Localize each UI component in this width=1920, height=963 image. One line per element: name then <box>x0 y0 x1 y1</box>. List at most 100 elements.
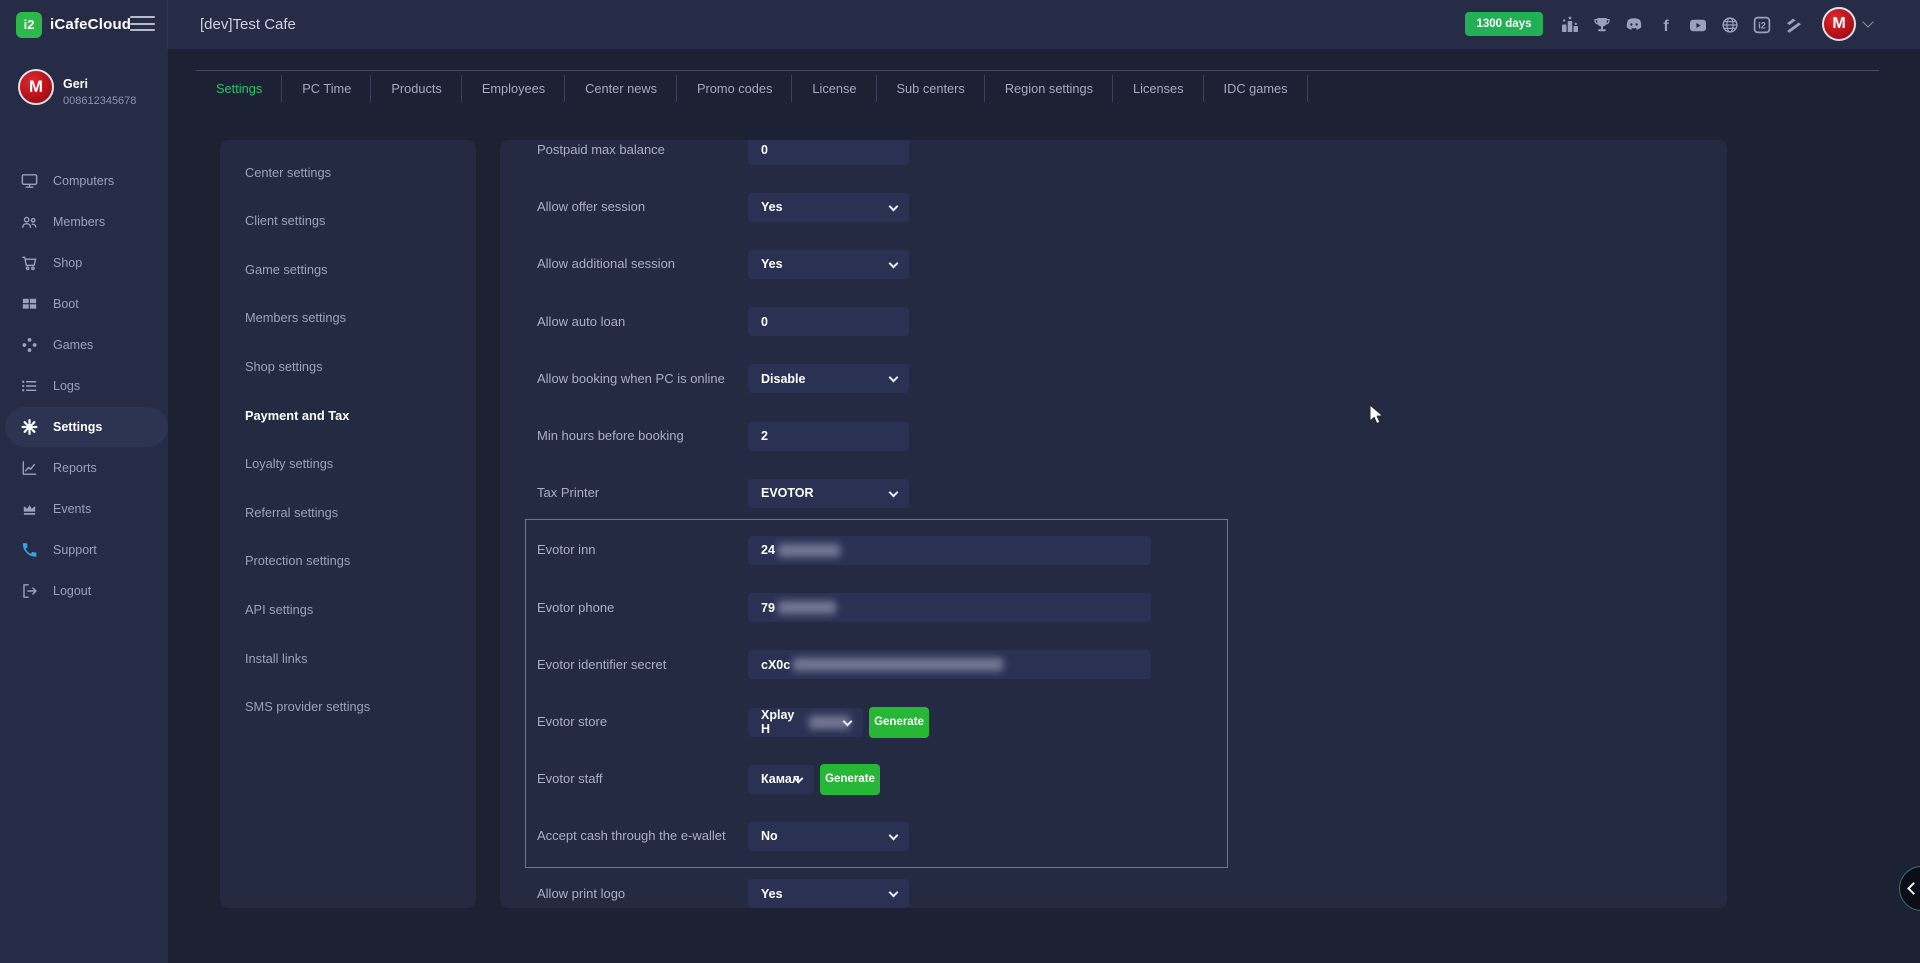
youtube-icon[interactable] <box>1686 13 1709 36</box>
logo-text: iCafeCloud <box>50 16 131 33</box>
avatar-chevron-down-icon[interactable] <box>1862 16 1873 27</box>
sidebar-item-support[interactable]: Support <box>0 530 168 570</box>
evotor-identifier-secret-input[interactable]: cX0c <box>748 650 1151 679</box>
field-value: 79 <box>761 601 775 615</box>
tab-idc-games[interactable]: IDC games <box>1204 71 1308 106</box>
sidebar-item-games[interactable]: Games <box>0 325 168 365</box>
tab-sub-centers[interactable]: Sub centers <box>877 71 985 106</box>
evotor-phone-input[interactable]: 79 <box>748 593 1151 622</box>
tab-bar: SettingsPC TimeProductsEmployeesCenter n… <box>196 71 1308 106</box>
sidebar-item-events[interactable]: Events <box>0 489 168 529</box>
chevron-left-icon <box>1907 882 1920 895</box>
accept-cash-through-the-e-wallet-select[interactable]: No <box>748 822 909 851</box>
sidebar-item-label: Logout <box>53 584 91 598</box>
tab-licenses[interactable]: Licenses <box>1113 71 1204 106</box>
settings-menu-shop-settings[interactable]: Shop settings <box>245 356 323 376</box>
sidebar-item-settings[interactable]: Settings <box>5 407 168 447</box>
hamburger-menu-icon[interactable] <box>130 16 155 33</box>
allow-booking-when-pc-is-online-select[interactable]: Disable <box>748 364 909 393</box>
tab-license[interactable]: License <box>792 71 876 106</box>
computers-icon <box>20 172 39 191</box>
trophy-icon[interactable] <box>1590 13 1613 36</box>
evotor-highlight-box <box>525 519 1228 868</box>
field-value: 2 <box>761 429 768 443</box>
evotor-inn-input[interactable]: 24 <box>748 536 1151 565</box>
tab-center-news[interactable]: Center news <box>565 71 677 106</box>
settings-form-panel: Postpaid max balance0Allow offer session… <box>500 140 1727 908</box>
days-remaining-badge[interactable]: 1300 days <box>1465 12 1543 36</box>
tab-region-settings[interactable]: Region settings <box>985 71 1113 106</box>
settings-menu-members-settings[interactable]: Members settings <box>245 308 346 328</box>
logs-icon <box>20 377 39 396</box>
field-label: Allow offer session <box>537 199 645 214</box>
user-avatar[interactable]: M <box>1822 7 1856 41</box>
settings-menu-payment-and-tax[interactable]: Payment and Tax <box>245 405 349 425</box>
sidebar-item-logs[interactable]: Logs <box>0 366 168 406</box>
games-icon <box>20 336 39 355</box>
top-bar: i2 iCafeCloud [dev]Test Cafe 1300 days f… <box>0 0 1920 49</box>
support-icon <box>20 541 39 560</box>
allow-additional-session-select[interactable]: Yes <box>748 250 909 279</box>
min-hours-before-booking-input[interactable]: 2 <box>748 422 909 451</box>
settings-menu-protection-settings[interactable]: Protection settings <box>245 551 350 571</box>
events-icon <box>20 500 39 519</box>
field-label: Tax Printer <box>537 485 599 500</box>
field-label: Allow print logo <box>537 886 625 901</box>
settings-menu-center-settings[interactable]: Center settings <box>245 162 331 182</box>
postpaid-max-balance-input[interactable]: 0 <box>748 140 909 165</box>
tab-pc-time[interactable]: PC Time <box>282 71 371 106</box>
sidebar-item-members[interactable]: Members <box>0 202 168 242</box>
sidebar-item-shop[interactable]: Shop <box>0 243 168 283</box>
settings-menu-game-settings[interactable]: Game settings <box>245 259 328 279</box>
sidebar-item-label: Reports <box>53 461 97 475</box>
redacted-value <box>793 658 1003 671</box>
sidebar: M Geri 008612345678 Computers Members Shop… <box>0 49 168 963</box>
settings-menu-api-settings[interactable]: API settings <box>245 599 313 619</box>
field-value: Disable <box>761 372 805 386</box>
streams-icon[interactable] <box>1782 13 1805 36</box>
sidebar-item-label: Shop <box>53 256 82 270</box>
field-label: Evotor staff <box>537 771 603 786</box>
sidebar-item-label: Games <box>53 338 93 352</box>
field-value: 0 <box>761 315 768 329</box>
leaderboard-icon[interactable] <box>1558 13 1581 36</box>
chevron-down-icon <box>889 888 899 898</box>
allow-offer-session-select[interactable]: Yes <box>748 193 909 222</box>
allow-auto-loan-input[interactable]: 0 <box>748 307 909 336</box>
sidebar-user-block[interactable]: M Geri 008612345678 <box>0 66 168 122</box>
svg-text:f: f <box>1663 18 1669 35</box>
evotor-store-generate-button[interactable]: Generate <box>869 707 929 738</box>
field-value: No <box>761 829 778 843</box>
field-value: Yes <box>761 200 783 214</box>
sidebar-item-label: Boot <box>53 297 79 311</box>
tab-promo-codes[interactable]: Promo codes <box>677 71 792 106</box>
evotor-staff-generate-button[interactable]: Generate <box>820 764 880 795</box>
tax-printer-select[interactable]: EVOTOR <box>748 479 909 508</box>
icafecloud-icon[interactable]: i2 <box>1750 13 1773 36</box>
field-label: Accept cash through the e-wallet <box>537 828 726 843</box>
sidebar-item-reports[interactable]: Reports <box>0 448 168 488</box>
discord-icon[interactable] <box>1622 13 1645 36</box>
sidebar-item-computers[interactable]: Computers <box>0 161 168 201</box>
facebook-icon[interactable]: f <box>1654 13 1677 36</box>
settings-menu-referral-settings[interactable]: Referral settings <box>245 502 338 522</box>
sidebar-item-boot[interactable]: Boot <box>0 284 168 324</box>
sidebar-item-label: Computers <box>53 174 114 188</box>
tab-settings[interactable]: Settings <box>196 71 282 106</box>
allow-print-logo-select[interactable]: Yes <box>748 879 909 908</box>
chevron-down-icon <box>889 830 899 840</box>
sidebar-item-logout[interactable]: Logout <box>0 571 168 611</box>
settings-menu-install-links[interactable]: Install links <box>245 648 308 668</box>
sidebar-item-label: Events <box>53 502 91 516</box>
evotor-store-select[interactable]: Xplay H <box>748 708 863 737</box>
tab-employees[interactable]: Employees <box>462 71 565 106</box>
settings-menu-client-settings[interactable]: Client settings <box>245 211 325 231</box>
user-id: 008612345678 <box>63 95 136 107</box>
field-label: Allow additional session <box>537 256 675 271</box>
boot-icon <box>20 295 39 314</box>
settings-menu-sms-provider-settings[interactable]: SMS provider settings <box>245 697 370 717</box>
evotor-staff-select[interactable]: Камал <box>748 765 814 794</box>
globe-icon[interactable] <box>1718 13 1741 36</box>
settings-menu-loyalty-settings[interactable]: Loyalty settings <box>245 454 333 474</box>
tab-products[interactable]: Products <box>371 71 462 106</box>
